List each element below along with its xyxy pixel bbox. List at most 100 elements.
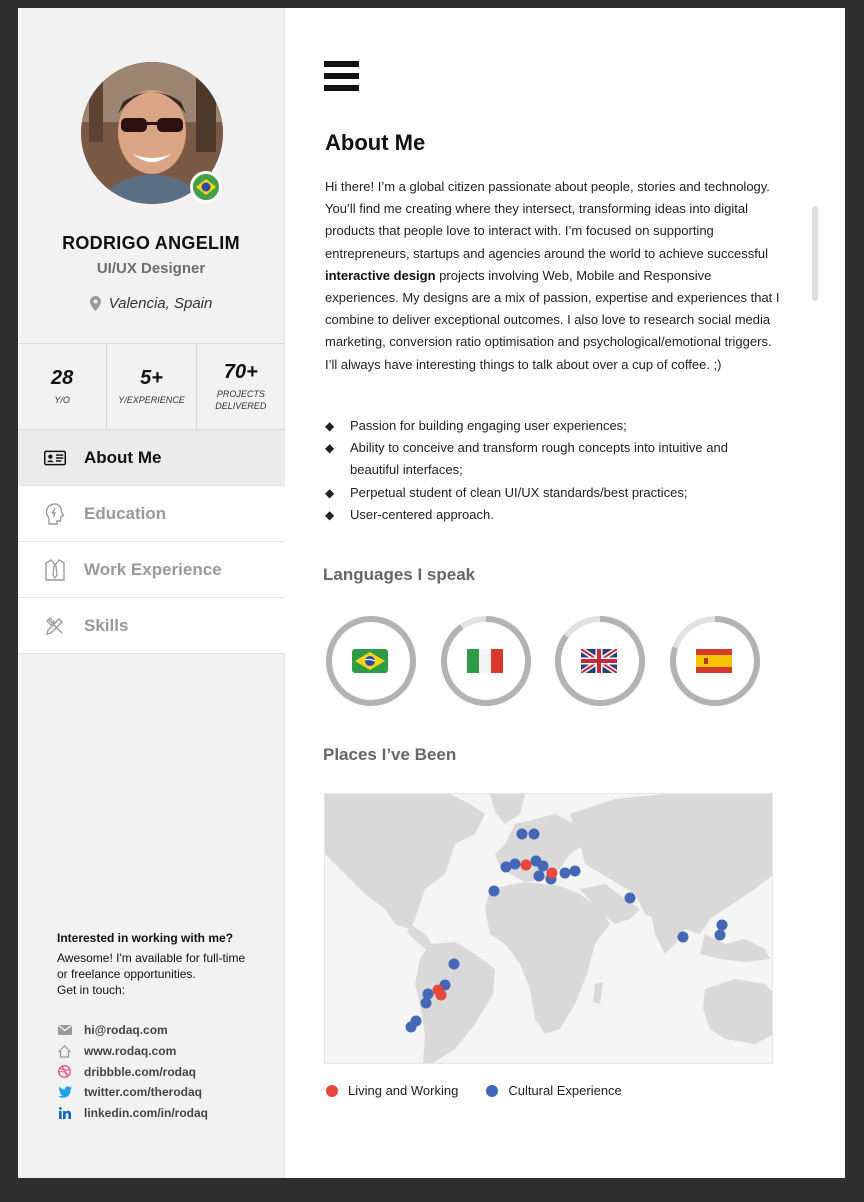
about-paragraph: Hi there! I’m a global citizen passionat… xyxy=(325,176,780,376)
map-marker-cultural[interactable] xyxy=(488,885,500,897)
map-marker-cultural[interactable] xyxy=(533,870,545,882)
stats-bar: 28 Y/O 5+ Y/EXPERIENCE 70+ PROJECTS DELI… xyxy=(18,343,285,430)
legend-item-living: Living and Working xyxy=(326,1083,458,1098)
shirt-tie-icon xyxy=(44,558,66,581)
uk-flag-icon xyxy=(581,649,617,673)
website-link[interactable]: www.rodaq.com xyxy=(57,1041,272,1062)
about-text-bold: interactive design xyxy=(325,267,436,283)
map-marker-cultural[interactable] xyxy=(516,828,528,840)
nav-item-education[interactable]: Education xyxy=(18,486,285,542)
map-marker-cultural[interactable] xyxy=(716,919,728,931)
about-text-part: projects involving Web, Mobile and Respo… xyxy=(325,267,780,372)
profile-card: RODRIGO ANGELIM UI/UX Designer Valencia,… xyxy=(18,8,284,343)
nav-item-work-experience[interactable]: Work Experience xyxy=(18,542,285,598)
stat-projects: 70+ PROJECTS DELIVERED xyxy=(197,344,285,429)
nav-item-skills[interactable]: Skills xyxy=(18,598,285,654)
map-marker-cultural[interactable] xyxy=(537,860,549,872)
page-title: About Me xyxy=(325,130,426,155)
contact-line: or freelance opportunities. xyxy=(57,967,196,981)
list-item: ◆ Passion for building engaging user expe… xyxy=(325,415,780,437)
resume-page: RODRIGO ANGELIM UI/UX Designer Valencia,… xyxy=(18,8,845,1178)
link-text: linkedin.com/in/rodaq xyxy=(84,1106,209,1121)
dribbble-link[interactable]: dribbble.com/rodaq xyxy=(57,1061,272,1082)
stat-value: 28 xyxy=(51,367,74,389)
stat-label: Y/O xyxy=(54,395,70,405)
stat-label-line: PROJECTS xyxy=(216,389,265,399)
map-marker-cultural[interactable] xyxy=(677,931,689,943)
language-ring xyxy=(553,614,647,708)
nav-label: Work Experience xyxy=(84,559,222,579)
italy-flag-icon xyxy=(467,649,503,673)
diamond-bullet-icon: ◆ xyxy=(325,485,335,500)
blue-dot-icon xyxy=(486,1084,499,1097)
profile-name: RODRIGO ANGELIM xyxy=(62,233,240,253)
map-marker-living[interactable] xyxy=(520,859,532,871)
places-title: Places I’ve Been xyxy=(323,745,457,764)
nav-label: Skills xyxy=(84,615,129,635)
nav-label: About Me xyxy=(84,447,162,467)
map-marker-cultural[interactable] xyxy=(405,1021,417,1033)
map-marker-living[interactable] xyxy=(435,989,447,1001)
nav-label: Education xyxy=(84,503,167,523)
about-bullet-list: ◆ Passion for building engaging user expe… xyxy=(325,415,780,526)
id-card-icon xyxy=(44,447,66,469)
map-marker-living[interactable] xyxy=(546,867,558,879)
world-map xyxy=(324,793,773,1064)
location-pin-icon xyxy=(89,296,101,311)
pencil-ruler-icon xyxy=(44,615,66,637)
languages-list xyxy=(324,614,784,710)
link-text: twitter.com/therodaq xyxy=(84,1085,203,1100)
stat-age: 28 Y/O xyxy=(18,344,108,429)
spain-flag-icon xyxy=(696,649,732,673)
brazil-flag-icon xyxy=(352,649,388,673)
profile-role: UI/UX Designer xyxy=(96,260,206,277)
list-item-text: Perpetual student of clean UI/UX standar… xyxy=(350,484,688,500)
link-text: hi@rodaq.com xyxy=(84,1023,168,1038)
brazil-badge-icon xyxy=(190,171,222,203)
map-marker-cultural[interactable] xyxy=(528,828,540,840)
home-icon xyxy=(57,1044,72,1059)
language-ring xyxy=(324,614,418,708)
language-ring xyxy=(439,614,533,708)
languages-title: Languages I speak xyxy=(323,565,476,584)
map-marker-cultural[interactable] xyxy=(559,867,571,879)
scrollbar[interactable] xyxy=(812,206,818,301)
contact-section: Interested in working with me? Awesome! … xyxy=(57,931,272,1123)
about-text-part: Hi there! I’m a global citizen passionat… xyxy=(325,179,770,261)
hamburger-menu-icon[interactable] xyxy=(324,61,359,91)
list-item-text: User-centered approach. xyxy=(350,506,494,522)
link-text: www.rodaq.com xyxy=(84,1044,177,1059)
list-item: ◆ Ability to conceive and transform rough… xyxy=(325,437,780,481)
mail-icon xyxy=(57,1023,72,1038)
head-lightbulb-icon xyxy=(44,502,66,525)
red-dot-icon xyxy=(326,1084,338,1097)
stat-value: 5+ xyxy=(140,367,163,389)
legend-label: Living and Working xyxy=(348,1083,459,1098)
linkedin-link[interactable]: linkedin.com/in/rodaq xyxy=(57,1103,272,1124)
map-marker-cultural[interactable] xyxy=(714,929,726,941)
stat-label: PROJECTS DELIVERED xyxy=(197,388,285,412)
nav-item-about-me[interactable]: About Me xyxy=(18,430,285,486)
legend-item-cultural: Cultural Experience xyxy=(486,1083,622,1098)
stat-label: Y/EXPERIENCE xyxy=(118,395,185,405)
diamond-bullet-icon: ◆ xyxy=(325,419,335,433)
map-marker-cultural[interactable] xyxy=(420,997,432,1009)
email-link[interactable]: hi@rodaq.com xyxy=(57,1020,272,1041)
linkedin-icon xyxy=(57,1106,72,1121)
diamond-bullet-icon: ◆ xyxy=(325,441,335,456)
list-item: ◆ Perpetual student of clean UI/UX standa… xyxy=(325,482,780,504)
twitter-link[interactable]: twitter.com/therodaq xyxy=(57,1082,272,1103)
sidebar: RODRIGO ANGELIM UI/UX Designer Valencia,… xyxy=(18,8,285,1178)
stat-experience: 5+ Y/EXPERIENCE xyxy=(107,344,197,429)
diamond-bullet-icon: ◆ xyxy=(325,507,335,522)
map-marker-cultural[interactable] xyxy=(509,858,521,870)
contact-line: Get in touch: xyxy=(57,983,126,997)
list-item: ◆ User-centered approach. xyxy=(325,504,780,526)
map-marker-cultural[interactable] xyxy=(569,865,581,877)
stat-value: 70+ xyxy=(223,361,258,383)
map-marker-cultural[interactable] xyxy=(624,892,636,904)
list-item-text: Ability to conceive and transform rough … xyxy=(350,440,728,478)
location-text: Valencia, Spain xyxy=(108,295,213,312)
map-marker-cultural[interactable] xyxy=(448,958,460,970)
dribbble-icon xyxy=(57,1064,72,1079)
